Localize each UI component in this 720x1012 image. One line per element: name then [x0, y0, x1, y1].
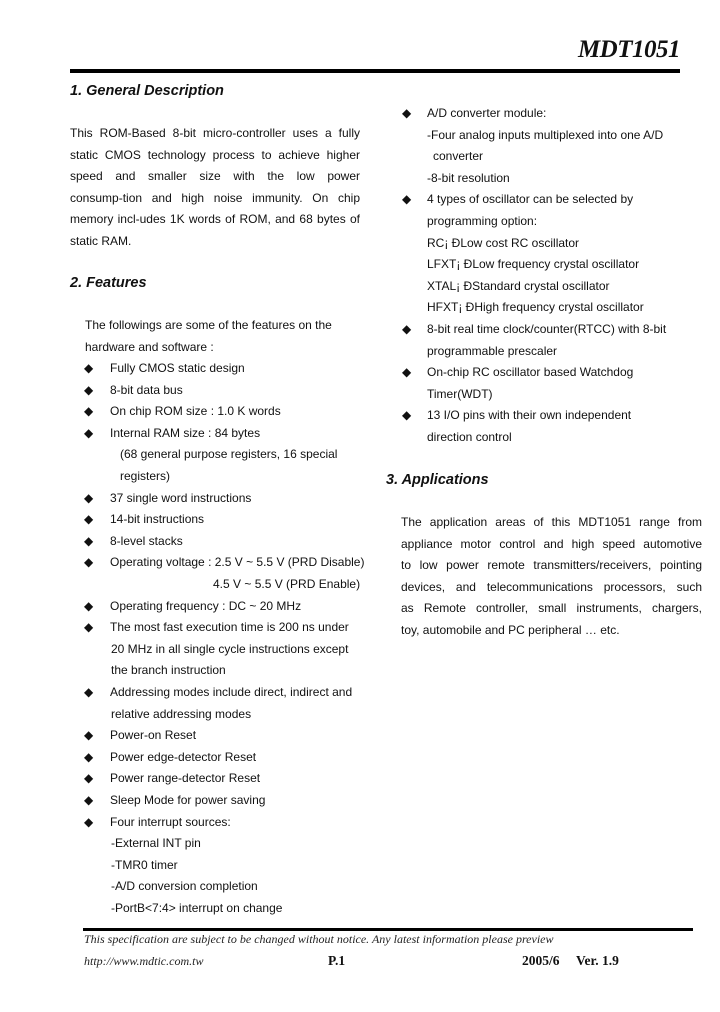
bullet-diamond-icon: ◆ [84, 361, 94, 375]
feature-item-continuation: converter [433, 149, 484, 164]
paragraph-line: appliance motor control and high speed a… [401, 536, 702, 551]
feature-item: Power range-detector Reset [110, 771, 261, 786]
feature-item-continuation: -PortB<7:4> interrupt on change [111, 901, 283, 915]
feature-item: Internal RAM size : 84 bytes [110, 425, 261, 440]
feature-item-continuation: HFXT¡ ÐHigh frequency crystal oscillator [427, 300, 644, 315]
bullet-diamond-icon: ◆ [84, 512, 94, 527]
bullet-diamond-icon: ◆ [402, 365, 412, 380]
feature-item: Operating frequency : DC ~ 20 MHz [110, 598, 302, 613]
bullet-diamond-icon: ◆ [84, 382, 94, 397]
features-intro-line: The followings are some of the features … [85, 318, 332, 332]
bullet-diamond-icon: ◆ [84, 814, 94, 829]
feature-item-continuation: Timer(WDT) [427, 386, 493, 401]
feature-item-continuation: RC¡ ÐLow cost RC oscillator [427, 235, 580, 250]
feature-item: 14-bit instructions [110, 512, 205, 527]
footer-date: 2005/6 [522, 953, 560, 968]
feature-item: 4 types of oscillator can be selected by [427, 192, 634, 207]
feature-item: 37 single word instructions [110, 490, 252, 505]
bullet-diamond-icon: ◆ [402, 192, 412, 207]
feature-item: Addressing modes include direct, indirec… [110, 685, 353, 699]
feature-item-continuation: direction control [427, 430, 512, 444]
bullet-diamond-icon: ◆ [402, 322, 412, 336]
paragraph-line: static CMOS technology process to achiev… [70, 147, 360, 162]
feature-item: 8-level stacks [110, 533, 183, 548]
bullet-diamond-icon: ◆ [84, 598, 94, 613]
bullet-diamond-icon: ◆ [84, 793, 94, 807]
feature-item-continuation: relative addressing modes [111, 706, 252, 721]
applications-heading: 3. Applications [386, 472, 489, 488]
footer-notice: This specification are subject to be cha… [84, 932, 554, 946]
paragraph-line: devices, and telecommunications processo… [401, 579, 702, 594]
document-title: MDT1051 [577, 36, 681, 63]
feature-item-continuation: LFXT¡ ÐLow frequency crystal oscillator [427, 257, 640, 272]
footer-version: Ver. 1.9 [576, 953, 619, 968]
footer-url-link[interactable]: http://www.mdtic.com.tw [84, 954, 203, 969]
feature-item: A/D converter module: [427, 106, 547, 120]
bullet-diamond-icon: ◆ [84, 404, 94, 419]
feature-item-continuation: -External INT pin [111, 836, 201, 851]
bullet-diamond-icon: ◆ [84, 771, 94, 786]
feature-item-continuation: 20 MHz in all single cycle instructions … [111, 641, 349, 656]
bullet-diamond-icon: ◆ [402, 408, 412, 423]
feature-item-continuation: XTAL¡ ÐStandard crystal oscillator [427, 278, 610, 293]
paragraph-line: toy, automobile and PC peripheral … etc. [401, 622, 620, 637]
general-description-heading: 1. General Description [70, 83, 224, 99]
features-heading: 2. Features [70, 275, 147, 291]
paragraph-line: This ROM-Based 8-bit micro-controller us… [70, 126, 360, 140]
paragraph-line: memory incl-udes 1K words of ROM, and 68… [70, 212, 360, 227]
bullet-diamond-icon: ◆ [84, 620, 94, 635]
feature-item: Power edge-detector Reset [110, 749, 257, 764]
feature-item: Four interrupt sources: [110, 814, 231, 829]
paragraph-line: static RAM. [70, 233, 132, 248]
feature-item-continuation: 4.5 V ~ 5.5 V (PRD Enable) [213, 577, 361, 591]
bullet-diamond-icon: ◆ [84, 728, 94, 743]
feature-item: Operating voltage : 2.5 V ~ 5.5 V (PRD D… [110, 555, 365, 570]
paragraph-line: The application areas of this MDT1051 ra… [401, 515, 702, 529]
feature-item: Power-on Reset [110, 728, 197, 743]
features-intro-line: hardware and software : [85, 340, 214, 354]
feature-item-continuation: -8-bit resolution [427, 170, 510, 185]
feature-item-continuation: registers) [120, 469, 171, 483]
paragraph-line: speed and smaller size with the low powe… [70, 169, 360, 184]
feature-item: The most fast execution time is 200 ns u… [110, 620, 349, 635]
feature-item: On-chip RC oscillator based Watchdog [427, 365, 634, 380]
feature-item-continuation: the branch instruction [111, 663, 226, 678]
feature-item-continuation: programming option: [427, 214, 538, 228]
paragraph-line: to low power remote transmitters/receive… [401, 558, 702, 573]
header-rule [70, 69, 680, 73]
applications-paragraph: The application areas of this MDT1051 ra… [401, 512, 702, 642]
paragraph-line: as Remote controller, small instruments,… [401, 601, 702, 616]
feature-item: 8-bit real time clock/counter(RTCC) with… [427, 322, 667, 336]
bullet-diamond-icon: ◆ [84, 685, 94, 699]
bullet-diamond-icon: ◆ [84, 425, 94, 440]
page-number: P.1 [328, 953, 346, 968]
feature-item-continuation: -A/D conversion completion [111, 879, 258, 894]
feature-item-continuation: -Four analog inputs multiplexed into one… [427, 127, 664, 142]
footer-rule [83, 928, 693, 931]
feature-item-continuation: -TMR0 timer [111, 857, 178, 872]
bullet-diamond-icon: ◆ [402, 106, 412, 120]
bullet-diamond-icon: ◆ [84, 749, 94, 764]
feature-item: 13 I/O pins with their own independent [427, 408, 632, 423]
paragraph-line: consump-tion and high noise immunity. On… [70, 190, 360, 205]
general-description-paragraph: This ROM-Based 8-bit micro-controller us… [70, 123, 360, 253]
feature-item: Fully CMOS static design [110, 361, 245, 375]
bullet-diamond-icon: ◆ [84, 533, 94, 548]
bullet-diamond-icon: ◆ [84, 555, 94, 570]
feature-item: On chip ROM size : 1.0 K words [110, 404, 281, 419]
feature-item: 8-bit data bus [110, 382, 183, 397]
bullet-diamond-icon: ◆ [84, 490, 94, 505]
feature-item-continuation: (68 general purpose registers, 16 specia… [120, 447, 338, 462]
feature-item: Sleep Mode for power saving [110, 793, 266, 807]
feature-item-continuation: programmable prescaler [427, 343, 558, 358]
